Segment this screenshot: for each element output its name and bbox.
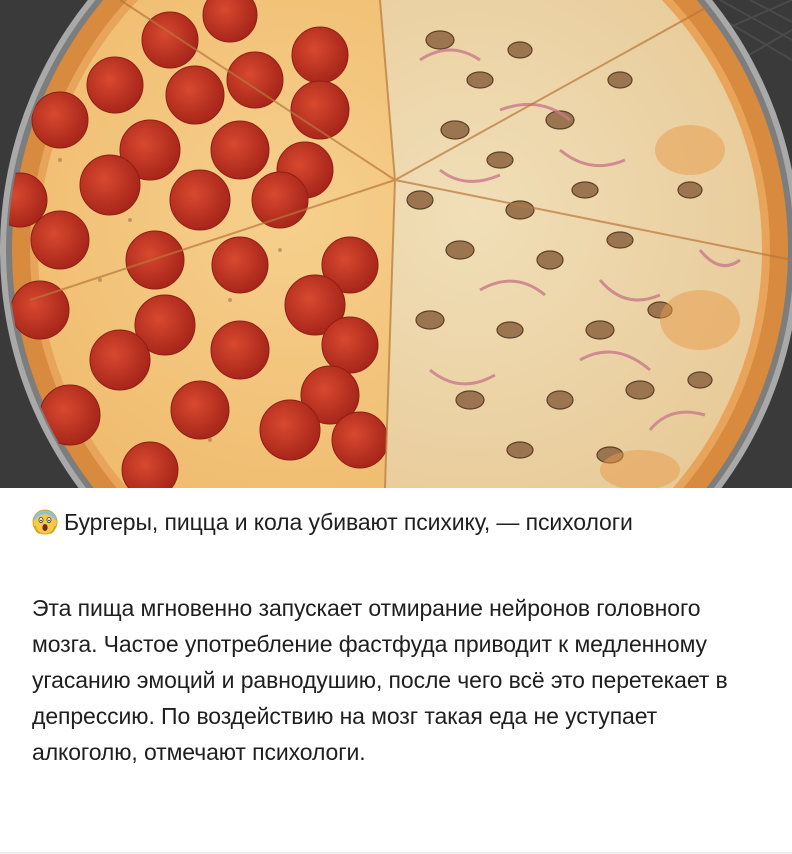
news-post: Бургеры, пицца и кола убивают психику, —…	[0, 0, 792, 854]
screaming-face-icon	[32, 509, 58, 535]
post-headline: Бургеры, пицца и кола убивают психику, —…	[32, 505, 752, 539]
post-body: Эта пища мгновенно запускает отмирание н…	[32, 595, 728, 765]
post-content: Бургеры, пицца и кола убивают психику, —…	[32, 505, 752, 770]
pizza-photo[interactable]	[0, 0, 792, 488]
post-headline-text: Бургеры, пицца и кола убивают психику, —…	[64, 509, 633, 535]
pizza-illustration	[0, 0, 792, 488]
